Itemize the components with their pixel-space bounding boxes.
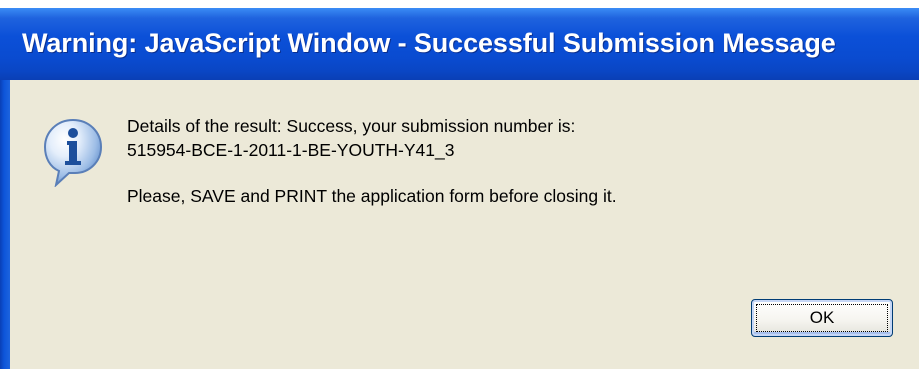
dialog-content: Details of the result: Success, your sub…	[10, 80, 919, 369]
message-line-result: Details of the result: Success, your sub…	[127, 116, 576, 136]
ok-button-label: OK	[809, 308, 835, 327]
window-left-border	[0, 80, 10, 369]
info-icon	[43, 118, 103, 187]
message-line-instruction: Please, SAVE and PRINT the application f…	[127, 186, 617, 206]
window-top-edge	[0, 0, 919, 8]
title-bar[interactable]: Warning: JavaScript Window - Successful …	[0, 8, 919, 80]
dialog-window: Warning: JavaScript Window - Successful …	[0, 0, 919, 369]
dialog-message: Details of the result: Success, your sub…	[127, 114, 617, 208]
ok-button[interactable]: OK	[751, 299, 893, 337]
submission-number: 515954-BCE-1-2011-1-BE-YOUTH-Y41_3	[127, 140, 455, 160]
window-title: Warning: JavaScript Window - Successful …	[22, 28, 836, 58]
